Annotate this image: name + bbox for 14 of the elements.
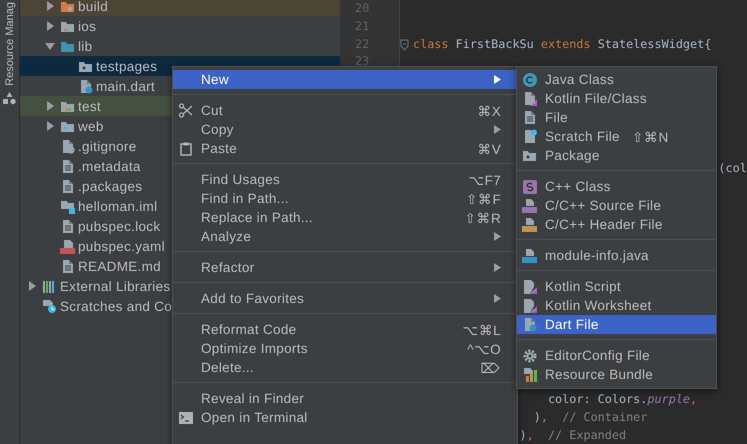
code-line: class FirstBackSu extends StatelessWidget{ (413, 36, 712, 51)
shortcut-text: ⇧⌘N (632, 128, 669, 144)
shortcut-text: ⌥F7 (468, 172, 501, 188)
code-line: ), // Expanded (518, 428, 626, 442)
shortcut-text: ⌦ (480, 360, 501, 376)
code-line: color: Colors.purple, (546, 392, 698, 406)
code-line: ), // Container (532, 410, 648, 424)
shortcut-text: ⇧⌘F (466, 190, 501, 206)
shortcut-text: ⌘X (477, 102, 501, 118)
shortcut-text: ⌥⌘L (462, 322, 501, 338)
code-line: (col (717, 161, 747, 176)
shortcut-text: ⇧⌘R (464, 210, 501, 226)
shortcut-text: ^⌥O (467, 340, 501, 356)
shortcut-text: ⌘V (477, 140, 501, 156)
